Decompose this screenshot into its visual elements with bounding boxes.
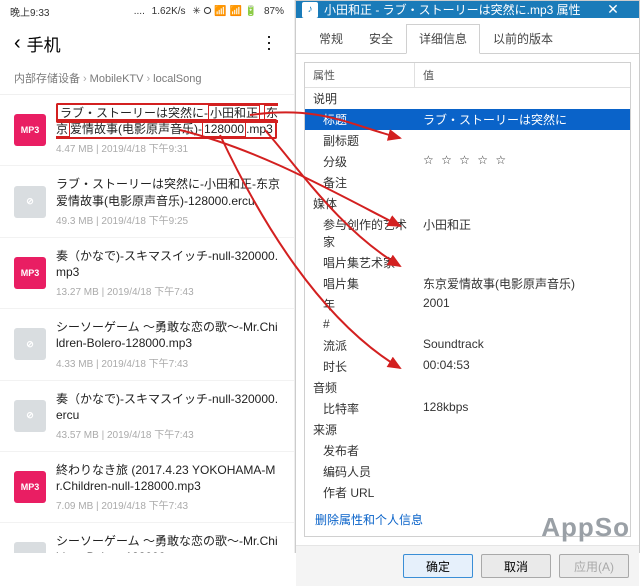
breadcrumb-seg[interactable]: MobileKTV bbox=[90, 73, 144, 85]
prop-group: 说明 bbox=[305, 88, 630, 109]
app-header: ‹ 手机 ⋯ bbox=[0, 22, 294, 64]
mp3-badge: MP3 bbox=[14, 114, 46, 146]
prop-group: 来源 bbox=[305, 419, 630, 440]
window-title: 小田和正 - ラブ・ストーリーは突然に.mp3 属性 bbox=[324, 1, 593, 18]
file-name: ラブ・ストーリーは突然に-小田和正-东京爱情故事(电影原声音乐)-128000.… bbox=[56, 176, 280, 208]
status-time: 晚上9:33 bbox=[10, 4, 49, 19]
breadcrumb-seg[interactable]: 内部存储设备 bbox=[14, 73, 80, 85]
table-row[interactable]: 时长00:04:53 bbox=[305, 356, 630, 377]
watermark: AppSo bbox=[541, 512, 630, 543]
file-name: 終わりなき旅 (2017.4.23 YOKOHAMA-Mr.Children-n… bbox=[56, 462, 280, 494]
table-row[interactable]: # bbox=[305, 315, 630, 335]
file-name: シーソーゲーム ～勇敢な恋の歌～-Mr.Children-Bolero-1280… bbox=[56, 533, 280, 553]
list-item[interactable]: MP3 ラブ・ストーリーは突然に-小田和正-东京爱情故事(电影原声音乐)-1280… bbox=[0, 95, 294, 166]
file-meta: 4.33 MB | 2019/4/18 下午7:43 bbox=[56, 355, 280, 370]
table-row[interactable]: 备注 bbox=[305, 172, 630, 193]
file-badge: ⊘ bbox=[14, 186, 46, 218]
file-meta: 4.47 MB | 2019/4/18 下午9:31 bbox=[56, 140, 280, 155]
file-badge: ⊘ bbox=[14, 328, 46, 360]
file-meta: 43.57 MB | 2019/4/18 下午7:43 bbox=[56, 426, 280, 441]
list-item[interactable]: ⊘ ラブ・ストーリーは突然に-小田和正-东京爱情故事(电影原声音乐)-128000… bbox=[0, 166, 294, 237]
properties-table: 属性 值 说明标题ラブ・ストーリーは突然に副标题分级☆ ☆ ☆ ☆ ☆备注媒体参… bbox=[304, 62, 631, 537]
page-title: 手机 bbox=[27, 31, 251, 56]
tab-3[interactable]: 以前的版本 bbox=[480, 24, 566, 53]
properties-dialog: ♪ 小田和正 - ラブ・ストーリーは突然に.mp3 属性 ✕ 常规安全详细信息以… bbox=[295, 0, 640, 553]
list-item[interactable]: MP3 終わりなき旅 (2017.4.23 YOKOHAMA-Mr.Childre… bbox=[0, 452, 294, 523]
file-icon: ♪ bbox=[302, 2, 318, 18]
back-icon[interactable]: ‹ bbox=[8, 32, 27, 55]
table-row[interactable]: 参与创作的艺术家小田和正 bbox=[305, 214, 630, 252]
phone-pane: 晚上9:33 .... 1.62K/s ✳ ⭘ 📶 📶 🔋 87% ‹ 手机 ⋯… bbox=[0, 0, 295, 553]
prop-group: 音频 bbox=[305, 377, 630, 398]
status-bar: 晚上9:33 .... 1.62K/s ✳ ⭘ 📶 📶 🔋 87% bbox=[0, 0, 294, 22]
file-list: MP3 ラブ・ストーリーは突然に-小田和正-东京爱情故事(电影原声音乐)-1280… bbox=[0, 95, 294, 553]
tab-1[interactable]: 安全 bbox=[356, 24, 406, 53]
apply-button[interactable]: 应用(A) bbox=[559, 554, 629, 578]
table-row[interactable]: 标题ラブ・ストーリーは突然に bbox=[305, 109, 630, 130]
list-item[interactable]: ⊘ シーソーゲーム ～勇敢な恋の歌～-Mr.Children-Bolero-128… bbox=[0, 309, 294, 380]
col-property: 属性 bbox=[305, 63, 415, 87]
file-badge: ⊘ bbox=[14, 400, 46, 432]
mp3-badge: MP3 bbox=[14, 257, 46, 289]
ok-button[interactable]: 确定 bbox=[403, 554, 473, 578]
file-meta: 49.3 MB | 2019/4/18 下午9:25 bbox=[56, 212, 280, 227]
file-name: ラブ・ストーリーは突然に-小田和正-东京爱情故事(电影原声音乐)-128000.… bbox=[56, 105, 280, 137]
table-row[interactable]: 分级☆ ☆ ☆ ☆ ☆ bbox=[305, 151, 630, 172]
list-item[interactable]: MP3 奏（かなで)-スキマスイッチ-null-320000.mp3 13.27 M… bbox=[0, 238, 294, 309]
cancel-button[interactable]: 取消 bbox=[481, 554, 551, 578]
titlebar: ♪ 小田和正 - ラブ・ストーリーは突然に.mp3 属性 ✕ bbox=[296, 1, 639, 18]
more-icon[interactable]: ⋯ bbox=[258, 26, 279, 61]
file-meta: 13.27 MB | 2019/4/18 下午7:43 bbox=[56, 283, 280, 298]
table-row[interactable]: 比特率128kbps bbox=[305, 398, 630, 419]
file-name: 奏（かなで)-スキマスイッチ-null-320000.ercu bbox=[56, 391, 280, 423]
table-row[interactable]: 唱片集艺术家 bbox=[305, 252, 630, 273]
file-name: 奏（かなで)-スキマスイッチ-null-320000.mp3 bbox=[56, 248, 280, 280]
table-row[interactable]: 唱片集东京爱情故事(电影原声音乐) bbox=[305, 273, 630, 294]
col-value: 值 bbox=[415, 63, 442, 87]
breadcrumb[interactable]: 内部存储设备›MobileKTV›localSong bbox=[0, 64, 294, 95]
table-row[interactable]: 作者 URL bbox=[305, 482, 630, 503]
details-panel: 属性 值 说明标题ラブ・ストーリーは突然に副标题分级☆ ☆ ☆ ☆ ☆备注媒体参… bbox=[296, 54, 639, 545]
file-badge: ⊘ bbox=[14, 542, 46, 553]
list-item[interactable]: ⊘ 奏（かなで)-スキマスイッチ-null-320000.ercu 43.57 MB… bbox=[0, 381, 294, 452]
mp3-badge: MP3 bbox=[14, 471, 46, 503]
table-row[interactable]: 副标题 bbox=[305, 130, 630, 151]
table-row[interactable]: 年2001 bbox=[305, 294, 630, 315]
tab-2[interactable]: 详细信息 bbox=[406, 24, 480, 54]
file-name: シーソーゲーム ～勇敢な恋の歌～-Mr.Children-Bolero-1280… bbox=[56, 319, 280, 351]
dialog-buttons: 确定 取消 应用(A) bbox=[296, 545, 639, 586]
file-meta: 7.09 MB | 2019/4/18 下午7:43 bbox=[56, 497, 280, 512]
table-row[interactable]: 编码人员 bbox=[305, 461, 630, 482]
table-row[interactable]: 发布者 bbox=[305, 440, 630, 461]
breadcrumb-seg[interactable]: localSong bbox=[153, 73, 201, 85]
table-header: 属性 值 bbox=[305, 63, 630, 88]
list-item[interactable]: ⊘ シーソーゲーム ～勇敢な恋の歌～-Mr.Children-Bolero-128… bbox=[0, 523, 294, 553]
table-row[interactable]: 流派Soundtrack bbox=[305, 335, 630, 356]
status-right: .... 1.62K/s ✳ ⭘ 📶 📶 🔋 87% bbox=[130, 6, 284, 17]
tab-bar: 常规安全详细信息以前的版本 bbox=[296, 18, 639, 54]
close-icon[interactable]: ✕ bbox=[593, 1, 633, 18]
prop-group: 媒体 bbox=[305, 193, 630, 214]
tab-0[interactable]: 常规 bbox=[306, 24, 356, 53]
